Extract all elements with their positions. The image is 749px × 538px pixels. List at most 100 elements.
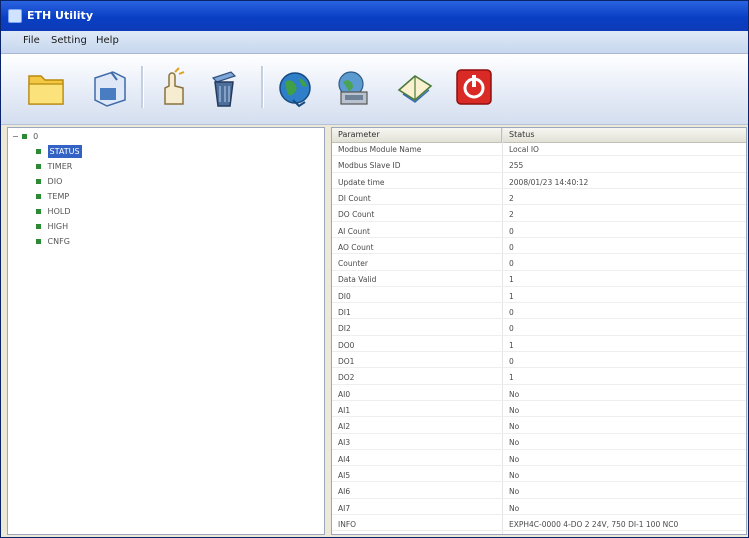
parameter-cell: DI2	[338, 324, 351, 334]
parameter-cell: AI6	[338, 487, 351, 497]
table-row[interactable]: INFO EXPH4C-0000 4-DO 2 24V, 750 DI-1 100…	[332, 518, 746, 532]
parameter-table: Parameter Status Modbus Module Name Local…	[331, 127, 747, 535]
parameter-cell: DI Count	[338, 193, 371, 203]
table-row[interactable]: DO1 0	[332, 355, 746, 369]
status-cell: 0	[509, 308, 514, 317]
expand-icon[interactable]: −	[12, 130, 19, 143]
tree-item-cnfg[interactable]: CNFG	[36, 235, 70, 248]
status-cell: 0	[509, 324, 514, 334]
globe-icon[interactable]	[273, 64, 317, 110]
book-icon[interactable]	[393, 64, 437, 110]
parameter-cell: AI5	[338, 471, 351, 480]
table-row[interactable]: DO0 1	[332, 339, 746, 353]
node-icon	[36, 224, 41, 229]
trash-icon[interactable]	[201, 64, 245, 110]
node-icon	[36, 194, 41, 199]
table-row[interactable]: AI5 No	[332, 469, 746, 483]
table-row[interactable]: DI2 0	[332, 322, 746, 336]
parameter-cell: DO Count	[338, 210, 375, 220]
power-icon[interactable]	[453, 64, 497, 110]
parameter-cell: AO Count	[338, 242, 374, 252]
parameter-cell: Update time	[338, 177, 385, 187]
menu-help[interactable]: Help	[96, 35, 119, 46]
table-row[interactable]: Counter 0	[332, 257, 746, 271]
node-icon	[36, 179, 41, 184]
status-cell: 1	[509, 373, 514, 383]
parameter-cell: AI2	[338, 422, 351, 432]
parameter-cell: Modbus Module Name	[338, 145, 422, 154]
table-row[interactable]: AI1 No	[332, 404, 746, 418]
status-cell: 2	[509, 210, 514, 220]
table-row[interactable]: AI3 No	[332, 436, 746, 450]
table-row[interactable]: AI0 No	[332, 388, 746, 401]
tree-item-temp[interactable]: TEMP	[36, 190, 69, 203]
table-row[interactable]: AO Count 0	[332, 241, 746, 255]
status-cell: 0	[509, 226, 514, 236]
node-icon	[36, 164, 41, 169]
parameter-cell: Data Valid	[338, 275, 377, 285]
menu-bar: File Setting Help	[1, 31, 748, 54]
status-cell: 0	[509, 242, 514, 252]
hand-click-icon[interactable]	[151, 64, 195, 110]
device-icon	[21, 134, 27, 139]
menu-setting[interactable]: Setting	[51, 35, 87, 46]
table-row[interactable]: Modbus Slave ID 255	[332, 159, 746, 173]
status-cell: No	[509, 422, 520, 432]
window-title: ETH Utility	[27, 9, 93, 22]
column-header-status[interactable]: Status	[503, 128, 746, 142]
status-cell: 2	[509, 193, 514, 203]
status-cell: No	[509, 487, 520, 497]
status-cell: 1	[509, 291, 514, 301]
toolbar-separator	[261, 66, 264, 108]
table-row[interactable]: Update time 2008/01/23 14:40:12	[332, 176, 746, 190]
tree-item-dio[interactable]: DIO	[36, 175, 62, 188]
table-row[interactable]: Data Valid 1	[332, 273, 746, 287]
table-row[interactable]: AI4 No	[332, 453, 746, 467]
parameter-cell: AI1	[338, 405, 351, 415]
status-cell: No	[509, 438, 520, 448]
status-cell: No	[509, 389, 520, 399]
status-cell: No	[509, 503, 520, 513]
app-icon	[8, 9, 22, 23]
status-cell: No	[509, 405, 520, 415]
folder-open-icon[interactable]	[25, 64, 69, 110]
table-row[interactable]: Modbus Module Name Local IO	[332, 143, 746, 157]
node-icon	[36, 239, 41, 244]
column-header-parameter[interactable]: Parameter	[332, 128, 502, 142]
title-bar[interactable]: ETH Utility	[1, 1, 748, 31]
parameter-cell: AI7	[338, 503, 351, 513]
tree-item-status[interactable]: STATUS	[36, 145, 82, 158]
parameter-cell: AI4	[338, 454, 351, 464]
table-row[interactable]: DO Count 2	[332, 208, 746, 222]
status-cell: No	[509, 454, 520, 464]
table-row[interactable]: DI0 1	[332, 290, 746, 304]
menu-file[interactable]: File	[23, 35, 40, 46]
table-row[interactable]: AI2 No	[332, 420, 746, 434]
table-row[interactable]: AI Count 0	[332, 225, 746, 238]
table-header: Parameter Status	[332, 128, 746, 143]
status-cell: 0	[509, 259, 514, 269]
network-computer-icon[interactable]	[331, 64, 375, 110]
table-row[interactable]: AI6 No	[332, 485, 746, 499]
status-cell: 1	[509, 340, 514, 350]
status-cell: No	[509, 471, 520, 480]
parameter-cell: DO2	[338, 373, 355, 383]
tree-root[interactable]: − 0	[12, 130, 38, 143]
status-cell: EXPH4C-0000 4-DO 2 24V, 750 DI-1 100 NC0	[509, 519, 679, 529]
node-icon	[36, 209, 41, 214]
parameter-cell: Modbus Slave ID	[338, 161, 401, 171]
tree-item-hold[interactable]: HOLD	[36, 205, 70, 218]
status-cell: Local IO	[509, 145, 539, 154]
parameter-cell: AI Count	[338, 226, 370, 236]
parameter-cell: INFO	[338, 519, 357, 529]
tree-item-high[interactable]: HIGH	[36, 220, 68, 233]
save-icon[interactable]	[87, 64, 131, 110]
toolbar	[1, 54, 748, 125]
parameter-cell: DI1	[338, 308, 351, 317]
table-row[interactable]: DI Count 2	[332, 192, 746, 206]
table-row[interactable]: DO2 1	[332, 371, 746, 385]
tree-item-timer[interactable]: TIMER	[36, 160, 72, 173]
table-row[interactable]: DI1 0	[332, 306, 746, 320]
table-row[interactable]: AI7 No	[332, 502, 746, 516]
parameter-cell: DI0	[338, 291, 351, 301]
